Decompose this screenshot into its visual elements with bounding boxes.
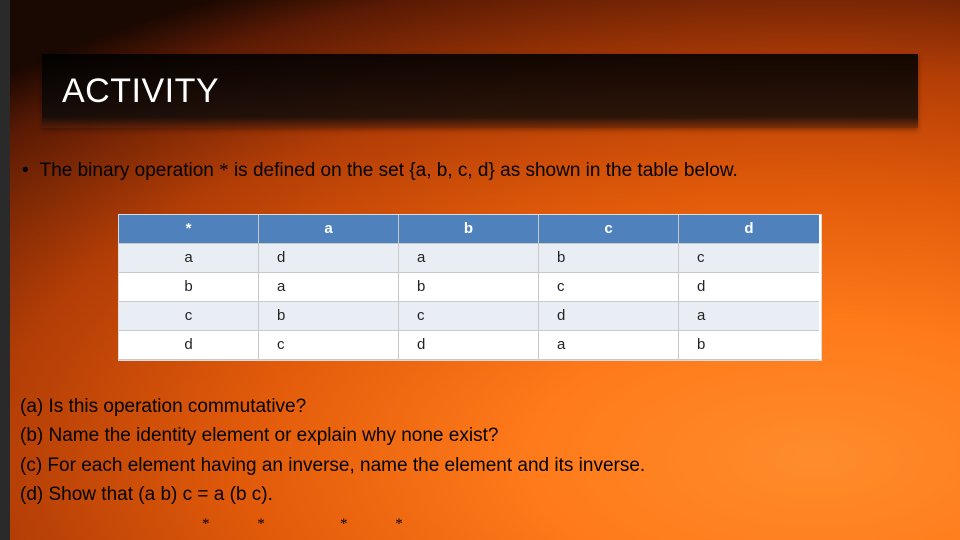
title-block: ACTIVITY [42, 54, 918, 128]
table-cell: b [539, 244, 679, 273]
question-c: (c) For each element having an inverse, … [20, 451, 930, 480]
table-header-cell: c [539, 215, 679, 244]
table-row: a d a b c [119, 244, 821, 273]
slide-title: ACTIVITY [62, 72, 219, 111]
cayley-table: * a b c d a d a b c b a b c d c b c d a [118, 214, 822, 361]
table-row-label: d [119, 331, 259, 360]
table-cell: c [399, 302, 539, 331]
table-cell: a [399, 244, 539, 273]
bullet-dot: • [22, 160, 29, 182]
table-row: d c d a b [119, 331, 821, 360]
table-header-cell: b [399, 215, 539, 244]
table-header-cell: d [679, 215, 819, 244]
table-cell: c [539, 273, 679, 302]
table-row: c b c d a [119, 302, 821, 331]
bullet-text-suffix: is defined on the set {a, b, c, d} as sh… [234, 160, 738, 181]
subscript-stars-left: * * [202, 516, 287, 533]
slide: ACTIVITY • The binary operation * is def… [0, 0, 960, 540]
table-cell: a [539, 331, 679, 360]
table-cell: b [259, 302, 399, 331]
table-cell: b [679, 331, 819, 360]
left-accent-bar [0, 0, 10, 540]
question-b: (b) Name the identity element or explain… [20, 421, 930, 450]
subscript-stars-right: * * [340, 516, 425, 533]
table-cell: a [259, 273, 399, 302]
table-cell: c [679, 244, 819, 273]
table-cell: c [259, 331, 399, 360]
table-header-row: * a b c d [119, 215, 821, 244]
intro-bullet: • The binary operation * is defined on t… [22, 160, 938, 182]
table-row-label: a [119, 244, 259, 273]
question-a: (a) Is this operation commutative? [20, 392, 930, 421]
table-cell: d [679, 273, 819, 302]
table-header-cell: a [259, 215, 399, 244]
table-header-cell: * [119, 215, 259, 244]
table-row-label: c [119, 302, 259, 331]
questions-block: (a) Is this operation commutative? (b) N… [20, 392, 930, 510]
operation-star: * [219, 160, 229, 181]
table-cell: d [399, 331, 539, 360]
table-cell: d [259, 244, 399, 273]
bullet-text-prefix: The binary operation [40, 160, 220, 181]
table-cell: a [679, 302, 819, 331]
table-cell: d [539, 302, 679, 331]
table-cell: b [399, 273, 539, 302]
table-row-label: b [119, 273, 259, 302]
table-row: b a b c d [119, 273, 821, 302]
question-d: (d) Show that (a b) c = a (b c). [20, 480, 930, 509]
